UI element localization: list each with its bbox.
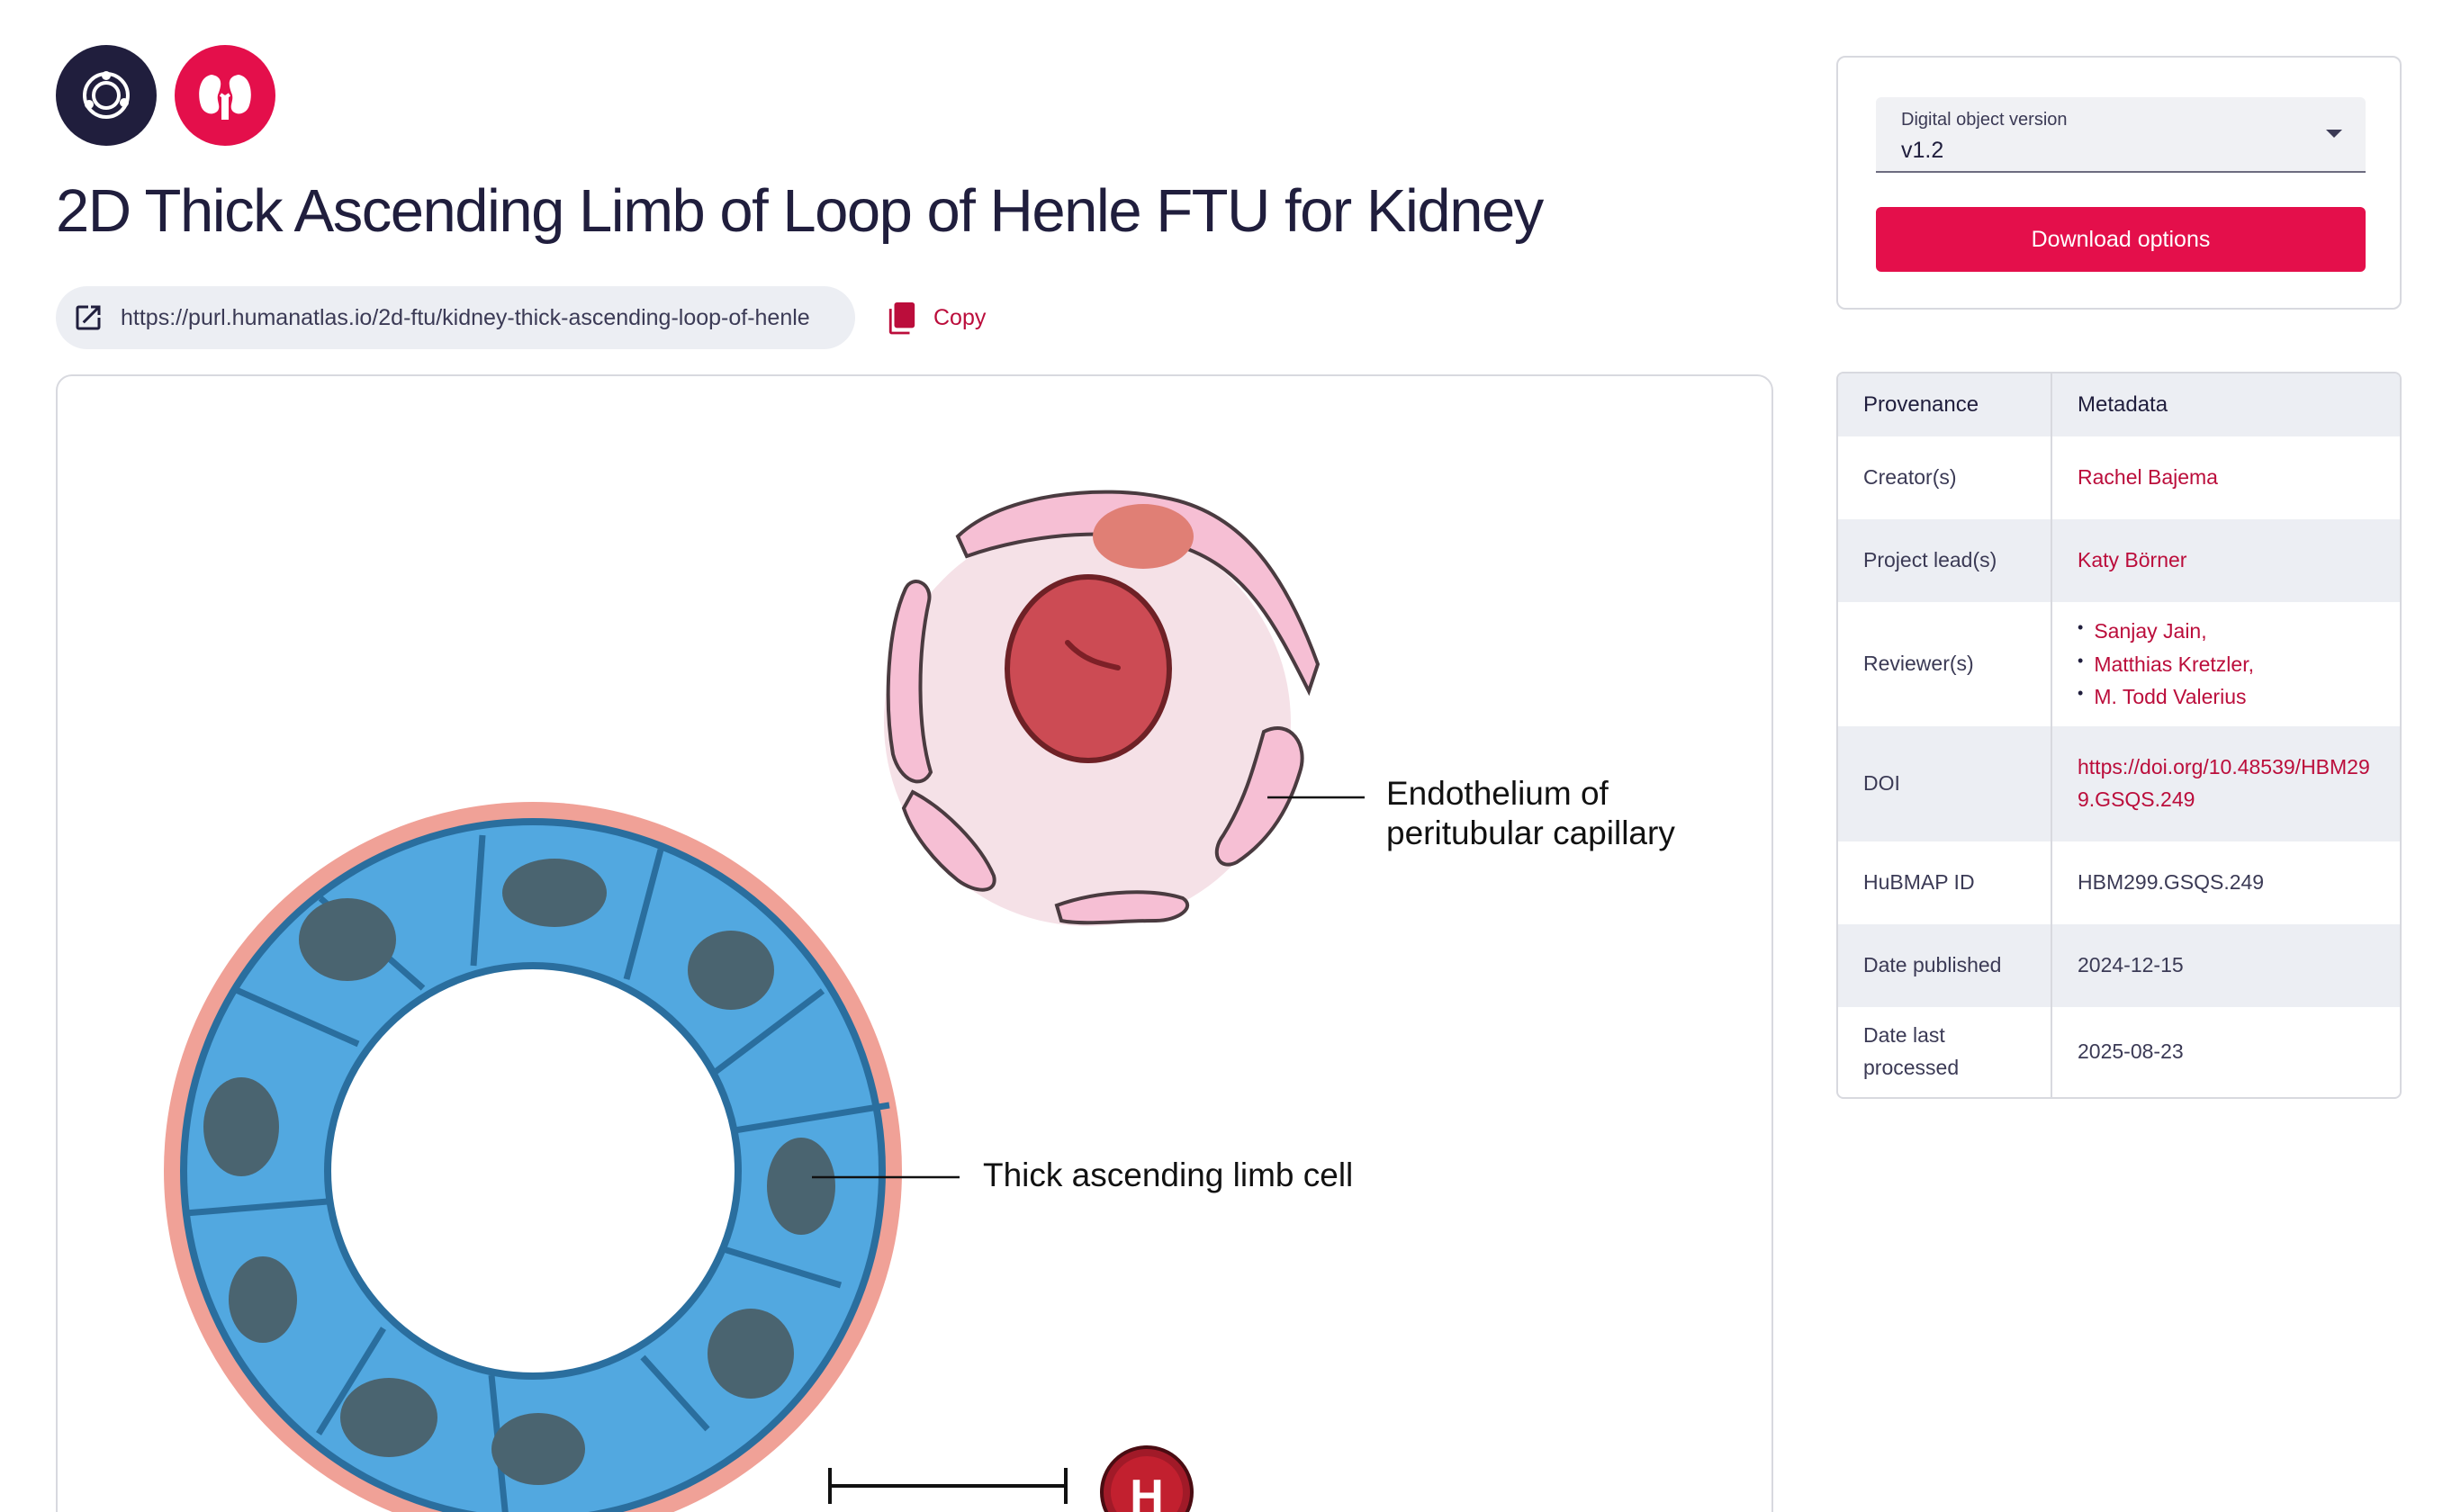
copy-button[interactable]: Copy <box>887 297 986 338</box>
table-row: Date published 2024-12-15 <box>1838 924 2400 1007</box>
label-thick-ascending-limb-cell[interactable]: Thick ascending limb cell <box>983 1156 1353 1195</box>
label-endothelium[interactable]: Endothelium of peritubular capillary <box>1386 774 1728 854</box>
leads-key: Project lead(s) <box>1838 519 2052 602</box>
scale-bar <box>828 1468 1068 1504</box>
reviewer-link[interactable]: M. Todd Valerius <box>2078 680 2254 714</box>
reviewer-link[interactable]: Sanjay Jain, <box>2078 615 2254 648</box>
doi-link[interactable]: https://doi.org/10.48539/HBM299.GSQS.249 <box>2078 752 2375 815</box>
peritubular-capillary[interactable] <box>884 490 1321 926</box>
copy-label: Copy <box>933 304 987 330</box>
table-row: Date last processed 2025-08-23 <box>1838 1007 2400 1097</box>
metadata-table: Provenance Metadata Creator(s) Rachel Ba… <box>1836 372 2402 1099</box>
ftu-illustration-viewer[interactable]: H Endothelium of peritubular capillary T… <box>56 374 1773 1512</box>
hubmap-badge-icon[interactable]: H <box>1100 1445 1194 1512</box>
thick-ascending-limb-tubule[interactable] <box>164 802 902 1512</box>
table-row: Creator(s) Rachel Bajema <box>1838 436 2400 519</box>
creator-link[interactable]: Rachel Bajema <box>2078 462 2218 494</box>
reviewer-list: Sanjay Jain, Matthias Kretzler, M. Todd … <box>2078 615 2254 714</box>
reviewers-key: Reviewer(s) <box>1838 602 2052 726</box>
header-metadata: Metadata <box>2078 392 2168 418</box>
date-published: 2024-12-15 <box>2078 953 2184 977</box>
header-provenance: Provenance <box>1838 374 2052 436</box>
version-select[interactable]: Digital object version v1.2 <box>1876 97 2366 173</box>
doi-key: DOI <box>1838 726 2052 842</box>
hra-logo-icon[interactable] <box>56 45 157 146</box>
page-title: 2D Thick Ascending Limb of Loop of Henle… <box>56 177 1544 245</box>
external-link-icon <box>76 305 101 330</box>
version-select-value: v1.2 <box>1901 138 1944 163</box>
hubmap-key: HuBMAP ID <box>1838 842 2052 924</box>
version-card: Digital object version v1.2 Download opt… <box>1836 56 2402 310</box>
date-last-processed: 2025-08-23 <box>2078 1040 2184 1064</box>
reviewer-link[interactable]: Matthias Kretzler, <box>2078 648 2254 681</box>
logo-group <box>56 45 275 146</box>
creators-key: Creator(s) <box>1838 436 2052 519</box>
copy-icon <box>888 302 915 335</box>
table-row: Reviewer(s) Sanjay Jain, Matthias Kretzl… <box>1838 602 2400 726</box>
table-row: Project lead(s) Katy Börner <box>1838 519 2400 602</box>
published-key: Date published <box>1838 924 2052 1007</box>
hubmap-id: HBM299.GSQS.249 <box>2078 870 2265 895</box>
table-row: HuBMAP ID HBM299.GSQS.249 <box>1838 842 2400 924</box>
download-options-button[interactable]: Download options <box>1876 207 2366 272</box>
purl-link[interactable]: https://purl.humanatlas.io/2d-ftu/kidney… <box>56 286 855 349</box>
kidney-icon[interactable] <box>175 45 275 146</box>
project-lead-link[interactable]: Katy Börner <box>2078 544 2186 577</box>
purl-text: https://purl.humanatlas.io/2d-ftu/kidney… <box>121 304 810 330</box>
badge-letter: H <box>1130 1471 1164 1512</box>
table-header: Provenance Metadata <box>1838 374 2400 436</box>
version-select-label: Digital object version <box>1901 110 2068 130</box>
processed-key: Date last processed <box>1838 1007 2052 1097</box>
caret-down-icon <box>2326 130 2342 138</box>
table-row: DOI https://doi.org/10.48539/HBM299.GSQS… <box>1838 726 2400 842</box>
